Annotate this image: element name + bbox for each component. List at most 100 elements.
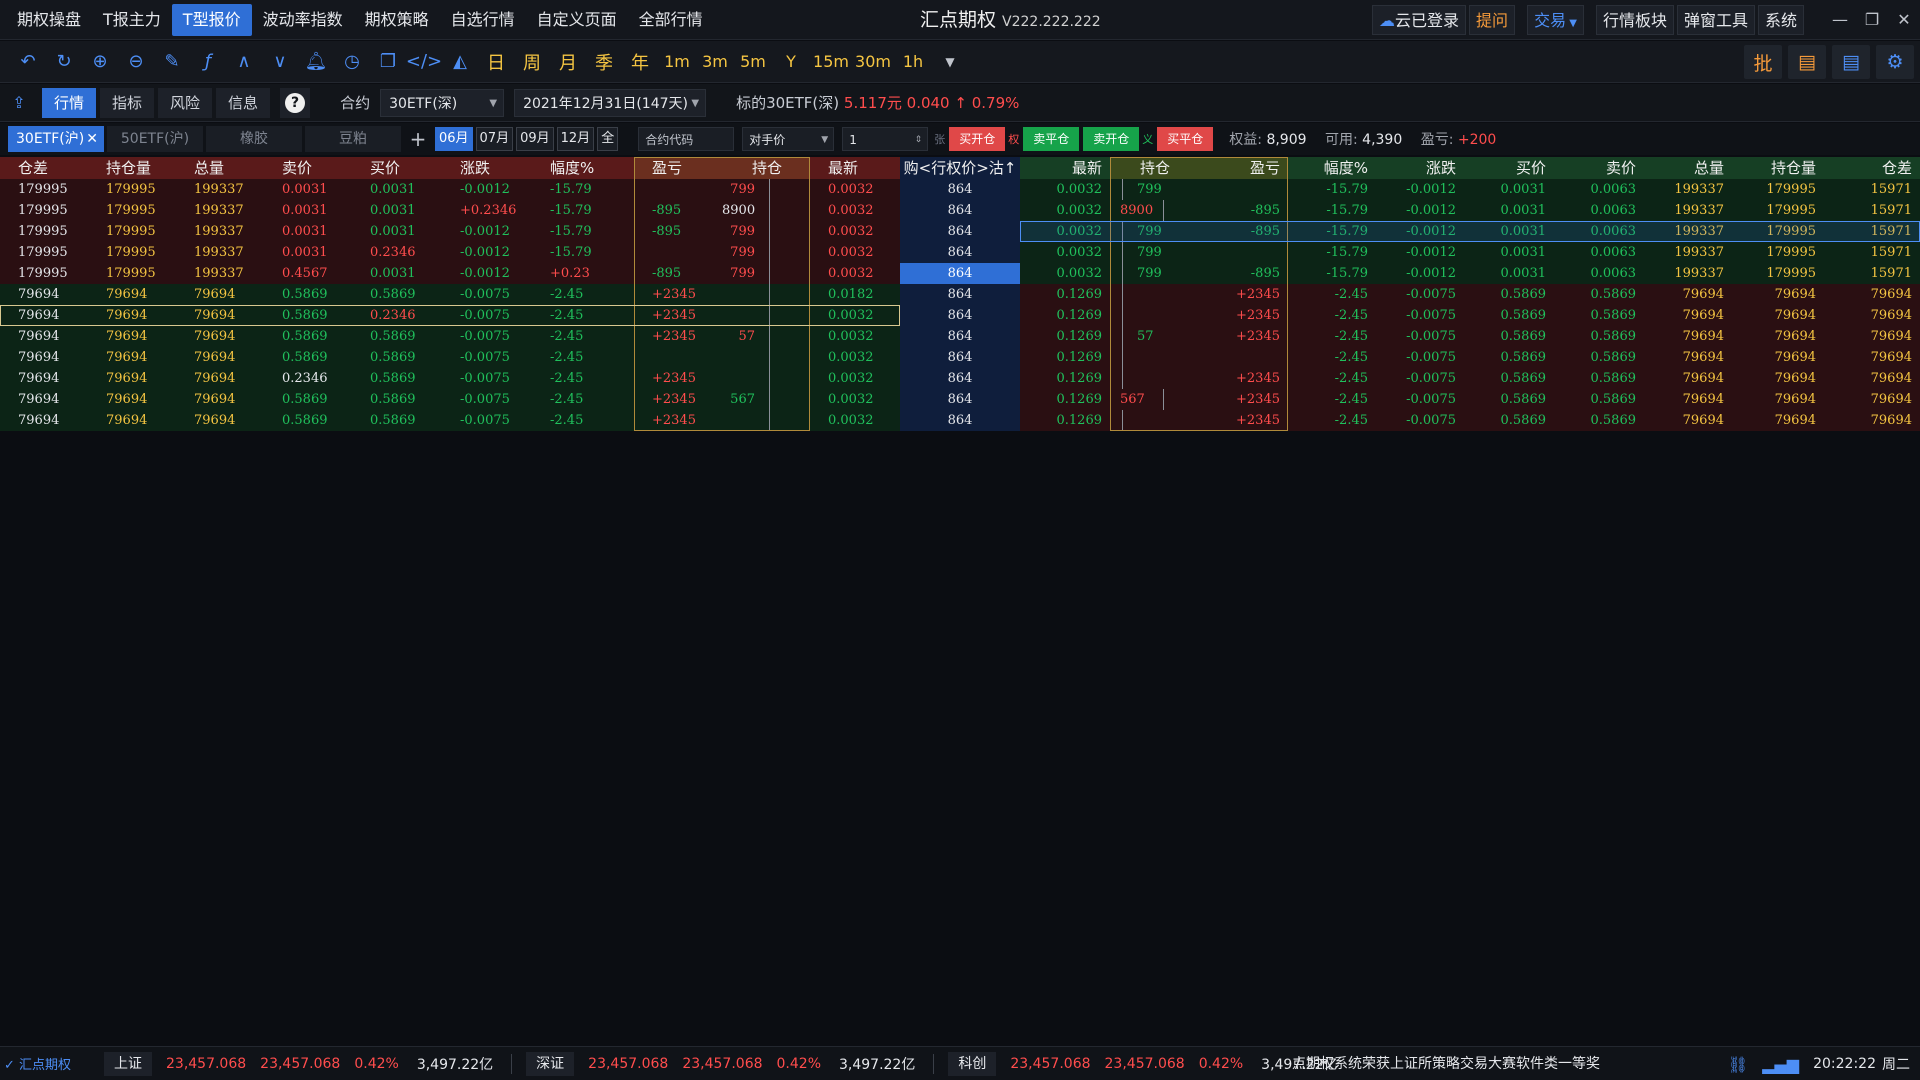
contract-select[interactable]: 30ETF(深) ▼ [380,88,505,117]
market-board-button[interactable]: 行情板块 [1595,5,1674,35]
strike-price[interactable]: 864 [900,305,1020,326]
underlying-tab-50etf-sh[interactable]: 50ETF(沪) [107,126,203,152]
news-ticker[interactable]: 点期权系统荣获上证所策略交易大赛软件类一等奖 [1292,1047,1622,1080]
period-5m[interactable]: 5m [734,44,772,80]
orange-box-icon[interactable]: ▤ [1788,45,1826,79]
call-header-ask[interactable]: 卖价 [264,157,352,179]
month-all[interactable]: 全 [597,127,619,151]
buy-open-button[interactable]: 买开仓 [949,127,1006,151]
menu-volatility-index[interactable]: 波动率指数 [252,4,354,36]
call-header-last[interactable]: 最新 [810,157,900,179]
underlying-tab-30etf-sh[interactable]: 30ETF(沪) ✕ [8,126,104,152]
period-1h[interactable]: 1h [894,44,932,80]
strike-price[interactable]: 864 [900,179,1020,200]
menu-t-main[interactable]: T报主力 [92,4,172,36]
put-header-change[interactable]: 涨跌 [1376,157,1464,179]
put-header-open-interest[interactable]: 持仓量 [1732,157,1824,179]
contract-code-input[interactable]: 合约代码 [638,127,735,151]
quantity-stepper[interactable]: 1 ⇕ [842,127,929,151]
more-dropdown-icon[interactable]: ▼ [932,44,968,80]
call-header-bid[interactable]: 买价 [352,157,442,179]
month-09[interactable]: 09月 [516,127,554,151]
call-header-volume[interactable]: 总量 [176,157,264,179]
help-button[interactable]: ? [280,87,311,118]
strike-price[interactable]: 864 [900,221,1020,242]
refresh-icon[interactable]: ↻ [46,44,82,80]
clock-icon[interactable]: ◷ [334,44,370,80]
cloud-login-button[interactable]: ☁云已登录 [1372,5,1467,35]
system-button[interactable]: 系统 [1757,5,1804,35]
call-header-pnl[interactable]: 盈亏 [634,157,722,179]
menu-all-quotes[interactable]: 全部行情 [628,4,714,36]
period-3m[interactable]: 3m [696,44,734,80]
menu-t-quote[interactable]: T型报价 [171,3,252,36]
call-header-cang-cha[interactable]: 仓差 [0,157,88,179]
buy-close-button[interactable]: 买平仓 [1157,127,1214,151]
call-header-position[interactable]: 持仓 [722,157,810,179]
chart-icon[interactable]: ◭ [442,44,478,80]
month-07[interactable]: 07月 [475,127,514,151]
strike-header[interactable]: 购<行权价>沽↑ [900,157,1020,179]
strike-price[interactable]: 864 [900,347,1020,368]
call-header-change[interactable]: 涨跌 [442,157,532,179]
sell-close-button[interactable]: 卖平仓 [1023,127,1080,151]
market-star[interactable]: 科创 [948,1051,997,1076]
market-sh[interactable]: 上证 [104,1051,152,1076]
price-type-select[interactable]: 对手价 ▼ [742,127,835,151]
formula-icon[interactable]: ƒ [190,44,226,80]
underlying-tab-rubber[interactable]: 橡胶 [206,126,302,152]
menu-custom-page[interactable]: 自定义页面 [526,4,628,36]
undo-icon[interactable]: ↶ [10,44,46,80]
code-icon[interactable]: </> [406,44,442,80]
menu-watchlist[interactable]: 自选行情 [440,4,526,36]
period-day[interactable]: 日 [478,44,514,80]
strike-price[interactable]: 864 [900,242,1020,263]
period-year[interactable]: 年 [622,44,658,80]
menu-options-trading[interactable]: 期权操盘 [6,4,92,36]
put-header-last[interactable]: 最新 [1020,157,1110,179]
blue-box-icon[interactable]: ▤ [1832,45,1870,79]
strike-price[interactable]: 864 [900,368,1020,389]
call-header-open-interest[interactable]: 持仓量 [88,157,176,179]
sell-open-button[interactable]: 卖开仓 [1083,127,1140,151]
month-12[interactable]: 12月 [556,127,595,151]
strike-price[interactable]: 864 [900,200,1020,221]
popup-tools-button[interactable]: 弹窗工具 [1676,5,1755,35]
zoom-in-icon[interactable]: ⊕ [82,44,118,80]
chevron-down-icon[interactable]: ∨ [262,44,298,80]
minimize-icon[interactable]: — [1824,0,1856,40]
put-header-pnl[interactable]: 盈亏 [1200,157,1288,179]
period-y[interactable]: Y [772,44,810,80]
tab-indicator[interactable]: 指标 [100,87,155,118]
signal-icon[interactable]: ▂▄▆ [1762,1055,1799,1074]
gear-icon[interactable]: ⚙ [1876,45,1914,79]
ask-button[interactable]: 提问 [1469,5,1516,35]
sort-arrow-icon[interactable]: ↑ [1004,159,1017,177]
restore-icon[interactable]: ❐ [1856,0,1888,40]
put-header-bid[interactable]: 买价 [1464,157,1554,179]
period-quarter[interactable]: 季 [586,44,622,80]
call-header-pct[interactable]: 幅度% [532,157,634,179]
trade-button[interactable]: 交易 ▼ [1527,5,1584,35]
close-icon[interactable]: ✕ [86,126,98,152]
strike-price[interactable]: 864 [900,326,1020,347]
strike-price[interactable]: 864 [900,284,1020,305]
copy-window-icon[interactable]: ❐ [370,44,406,80]
tab-info[interactable]: 信息 [216,87,271,118]
put-header-cang-cha[interactable]: 仓差 [1824,157,1920,179]
strike-price[interactable]: 864 [900,263,1020,284]
put-header-volume[interactable]: 总量 [1644,157,1732,179]
put-header-pct[interactable]: 幅度% [1288,157,1376,179]
month-06[interactable]: 06月 [435,127,473,151]
market-sz[interactable]: 深证 [526,1051,575,1076]
period-15m[interactable]: 15m [810,44,852,80]
close-icon[interactable]: ✕ [1888,0,1920,40]
bell-icon[interactable]: 🔔︎ [298,44,334,80]
put-header-ask[interactable]: 卖价 [1554,157,1644,179]
strike-price[interactable]: 864 [900,389,1020,410]
strike-price[interactable]: 864 [900,410,1020,431]
tab-quote[interactable]: 行情 [42,87,97,118]
draw-pen-icon[interactable]: ✎ [154,44,190,80]
period-week[interactable]: 周 [514,44,550,80]
period-month[interactable]: 月 [550,44,586,80]
